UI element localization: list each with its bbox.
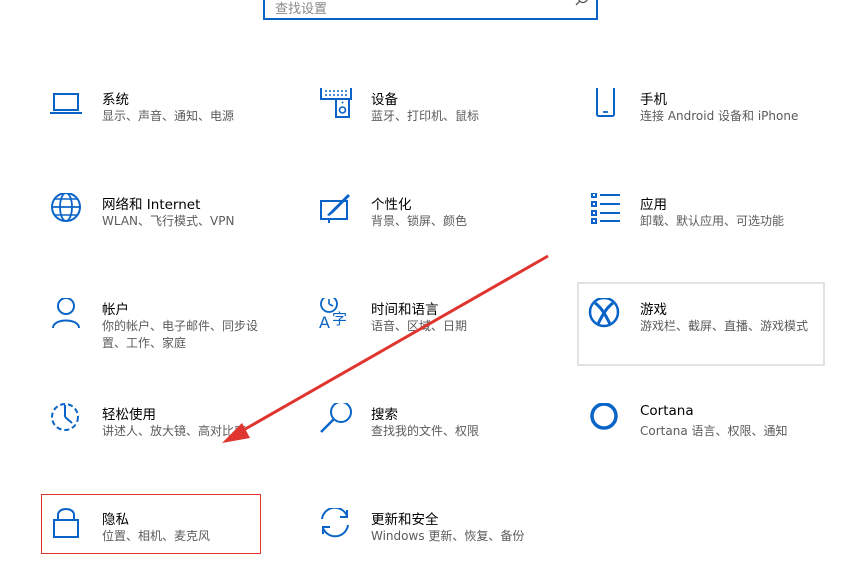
tile-network[interactable]: 网络和 Internet WLAN、飞行模式、VPN xyxy=(50,192,310,263)
tile-title: 手机 xyxy=(640,92,667,108)
tile-title: 个性化 xyxy=(371,197,412,213)
tile-personalization[interactable]: 个性化 背景、锁屏、颜色 xyxy=(319,193,579,263)
tile-desc: 讲述人、放大镜、高对比度 xyxy=(102,424,247,438)
tile-title: Cortana xyxy=(640,403,694,419)
tile-desc: 蓝牙、打印机、鼠标 xyxy=(371,109,480,123)
tile-desc: 游戏栏、截屏、直播、游戏模式 xyxy=(640,319,809,333)
cortana-icon xyxy=(588,402,628,443)
tile-apps[interactable]: 应用 卸载、默认应用、可选功能 xyxy=(588,192,848,263)
tile-title: 应用 xyxy=(640,197,667,213)
tile-title: 轻松使用 xyxy=(102,407,156,423)
tile-desc: 卸载、默认应用、可选功能 xyxy=(640,214,785,228)
phone-icon xyxy=(588,86,628,128)
svg-text:字: 字 xyxy=(332,310,347,328)
time-language-icon: A字 xyxy=(319,295,359,338)
tile-desc: 你的帐户、电子邮件、同步设置、工作、家庭 xyxy=(102,319,259,350)
tile-search[interactable]: 搜索 查找我的文件、权限 xyxy=(319,401,579,473)
keyboard-speaker-icon xyxy=(319,86,359,128)
person-icon xyxy=(50,297,90,338)
tile-title: 网络和 Internet xyxy=(102,197,201,213)
tile-title: 时间和语言 xyxy=(371,302,439,318)
search-icon xyxy=(319,401,359,443)
search-magnifier-icon xyxy=(574,0,590,12)
tile-title: 更新和安全 xyxy=(371,512,439,528)
paint-icon xyxy=(319,193,359,233)
tile-title: 帐户 xyxy=(102,302,129,318)
tile-cortana[interactable]: Cortana Cortana 语言、权限、通知 xyxy=(588,402,848,473)
globe-icon xyxy=(50,192,90,233)
tile-desc: 显示、声音、通知、电源 xyxy=(102,109,235,123)
tile-desc: WLAN、飞行模式、VPN xyxy=(102,214,235,228)
xbox-icon xyxy=(588,296,628,338)
apps-list-icon xyxy=(588,192,628,233)
ease-of-access-icon xyxy=(50,403,90,443)
tile-title: 系统 xyxy=(102,92,129,108)
tile-title: 搜索 xyxy=(371,407,398,423)
tile-title: 游戏 xyxy=(640,302,667,318)
annotation-highlight-box xyxy=(41,494,261,554)
tile-time-language[interactable]: A字 时间和语言 语音、区域、日期 xyxy=(319,295,579,368)
tile-ease-of-access[interactable]: 轻松使用 讲述人、放大镜、高对比度 xyxy=(50,403,310,473)
tile-accounts[interactable]: 帐户 你的帐户、电子邮件、同步设置、工作、家庭 xyxy=(50,297,310,368)
svg-text:A: A xyxy=(319,313,330,332)
tile-update-security[interactable]: 更新和安全 Windows 更新、恢复、备份 xyxy=(319,506,579,578)
tile-desc: 连接 Android 设备和 iPhone xyxy=(640,109,799,123)
tile-desc: Cortana 语言、权限、通知 xyxy=(640,424,788,438)
search-input[interactable]: 查找设置 xyxy=(263,0,598,20)
sync-icon xyxy=(319,506,359,548)
tile-system[interactable]: 系统 显示、声音、通知、电源 xyxy=(50,88,310,158)
tile-title: 设备 xyxy=(371,92,398,108)
tile-devices[interactable]: 设备 蓝牙、打印机、鼠标 xyxy=(319,86,579,158)
tile-desc: 背景、锁屏、颜色 xyxy=(371,214,468,228)
tile-gaming[interactable]: 游戏 游戏栏、截屏、直播、游戏模式 xyxy=(588,296,848,368)
tile-desc: Windows 更新、恢复、备份 xyxy=(371,529,525,543)
search-placeholder: 查找设置 xyxy=(275,2,328,17)
laptop-icon xyxy=(50,88,90,128)
tile-desc: 查找我的文件、权限 xyxy=(371,424,480,438)
tile-phone[interactable]: 手机 连接 Android 设备和 iPhone xyxy=(588,86,848,158)
tile-desc: 语音、区域、日期 xyxy=(371,319,468,333)
